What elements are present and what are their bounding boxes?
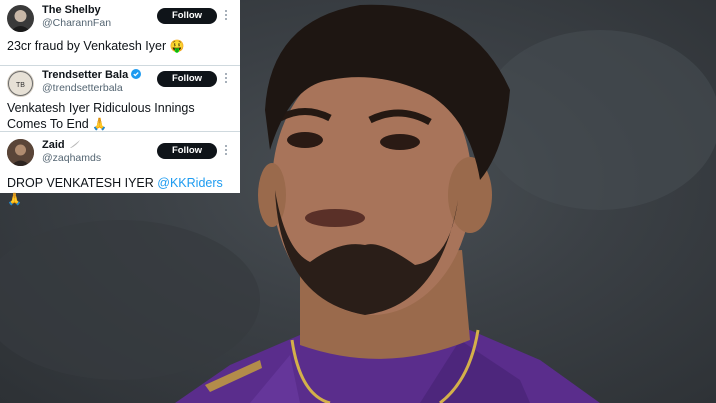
display-name[interactable]: The Shelby bbox=[42, 4, 101, 16]
tweet-text: 23cr fraud by Venkatesh Iyer 🤑 bbox=[7, 38, 234, 54]
avatar[interactable] bbox=[7, 5, 34, 32]
tweet-card: Zaid @zaqhamds Follow DROP VENKATESH IYE… bbox=[0, 131, 240, 206]
display-name[interactable]: Trendsetter Bala bbox=[42, 69, 142, 81]
tweet-body: DROP VENKATESH IYER bbox=[7, 176, 154, 190]
avatar[interactable] bbox=[7, 139, 34, 166]
mention-link[interactable]: @KKRiders bbox=[157, 176, 223, 190]
user-handle[interactable]: @trendsetterbala bbox=[42, 82, 123, 94]
display-name-text[interactable]: Trendsetter Bala bbox=[42, 69, 128, 81]
more-options-icon[interactable] bbox=[224, 73, 228, 85]
tweet-card: The Shelby @CharannFan Follow 23cr fraud… bbox=[0, 0, 240, 65]
verified-badge-icon bbox=[131, 69, 142, 79]
follow-button[interactable]: Follow bbox=[157, 71, 217, 87]
tweet-card: TB Trendsetter Bala @trendsetterbala Fol… bbox=[0, 65, 240, 131]
avatar[interactable]: TB bbox=[7, 70, 34, 97]
display-name[interactable]: Zaid bbox=[42, 139, 81, 151]
follow-button[interactable]: Follow bbox=[157, 143, 217, 159]
folded-hands-emoji: 🙏 bbox=[7, 192, 22, 206]
display-name-text[interactable]: Zaid bbox=[42, 139, 65, 151]
tweet-text: DROP VENKATESH IYER @KKRiders 🙏 bbox=[7, 175, 234, 207]
svg-text:TB: TB bbox=[16, 82, 25, 89]
user-handle[interactable]: @CharannFan bbox=[42, 17, 111, 29]
tweet-text: Venkatesh Iyer Ridiculous Innings Comes … bbox=[7, 100, 234, 132]
feather-icon bbox=[69, 140, 80, 148]
money-face-emoji: 🤑 bbox=[169, 39, 185, 53]
tweet-body: 23cr fraud by Venkatesh Iyer bbox=[7, 39, 167, 53]
folded-hands-emoji: 🙏 bbox=[92, 117, 108, 131]
more-options-icon[interactable] bbox=[224, 10, 228, 22]
more-options-icon[interactable] bbox=[224, 145, 228, 157]
follow-button[interactable]: Follow bbox=[157, 8, 217, 24]
user-handle[interactable]: @zaqhamds bbox=[42, 152, 101, 164]
